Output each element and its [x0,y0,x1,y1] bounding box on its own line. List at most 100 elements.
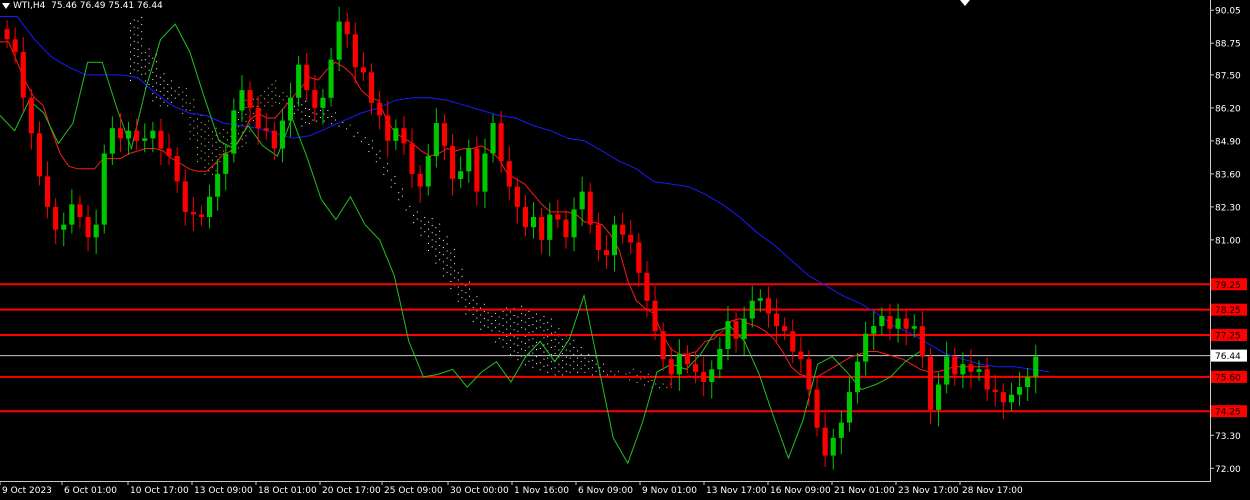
ohlc-values: 75.46 76.49 75.41 76.44 [51,1,163,11]
cloud-dot [539,326,541,328]
candle-body [838,422,844,438]
chart-shift-marker-icon[interactable] [960,0,970,6]
cloud-dot [580,346,582,348]
cloud-dot [383,166,385,168]
cloud-dot [450,266,452,268]
cloud-dot [558,370,560,372]
cloud-dot [439,252,441,254]
cloud-dot [547,357,549,359]
cloud-dot [163,87,165,89]
candle-body [377,102,383,116]
cloud-dot [185,102,187,104]
cloud-dot [133,19,135,21]
cloud-dot [554,353,556,355]
cloud-dot [532,317,534,319]
cloud-dot [133,47,135,49]
cloud-dot [524,321,526,323]
cloud-dot [565,349,567,351]
cloud-dot [498,337,500,339]
cloud-dot [208,134,210,136]
candle-body [288,97,294,121]
cloud-dot [483,310,485,312]
cloud-dot [163,94,165,96]
cloud-dot [528,325,530,327]
cloud-dot [130,72,131,74]
cloud-dot [279,95,280,97]
cloud-dot [152,100,154,102]
cloud-dot [264,105,266,107]
cloud-dot [502,332,504,334]
cloud-dot [264,98,266,100]
time-tick-label: 30 Oct 00:00 [450,486,509,496]
cloud-dot [394,183,396,185]
cloud-dot [524,342,526,344]
price-chart[interactable]: 90.05 88.75 87.50 86.20 84.90 83.60 82.30 81.00… [0,0,1250,500]
price-tick-label: 81.00 [1215,236,1241,246]
candle-body [725,321,731,350]
dropdown-triangle-icon[interactable] [2,2,10,9]
cloud-dot [130,65,131,67]
cloud-dot [193,127,195,129]
candle-body [190,211,196,215]
cloud-dot [159,84,161,86]
cloud-dot [137,41,139,43]
time-tick-label: 21 Nov 01:00 [834,486,895,496]
cloud-dot [208,141,210,143]
cloud-dot [517,316,519,318]
candle-body [522,206,528,228]
cloud-dot [141,17,143,19]
cloud-dot [483,325,485,327]
cloud-dot [536,327,537,329]
cloud-dot [316,113,318,115]
cloud-dot [167,91,169,93]
cloud-dot [573,361,575,363]
cloud-dot [502,310,504,312]
cloud-dot [223,129,225,131]
candle-body [417,173,423,187]
cloud-dot [450,273,452,275]
cloud-dot [156,68,158,70]
cloud-dot [178,87,180,89]
cloud-dot [595,370,597,372]
cloud-dot [431,225,433,227]
cloud-dot [476,303,478,305]
cloud-dot [353,135,355,137]
cloud-dot [137,70,139,72]
candle-body [555,214,561,220]
cloud-dot [498,330,500,332]
cloud-dot [446,257,448,259]
cloud-dot [558,349,560,351]
cloud-dot [521,312,523,314]
cloud-dot [130,44,131,46]
cloud-dot [528,339,530,341]
cloud-dot [446,271,448,273]
cloud-dot [647,373,649,375]
cloud-dot [606,374,608,376]
time-tick-label: 23 Nov 17:00 [898,486,959,496]
candle-body [150,130,156,139]
candle-body [20,52,26,98]
cloud-dot [502,318,504,320]
time-tick-label: 25 Oct 09:00 [384,486,443,496]
candle-body [919,326,925,357]
cloud-dot [450,259,452,261]
cloud-dot [360,140,362,142]
cloud-dot [323,113,325,115]
cloud-dot [208,156,210,158]
cloud-dot [547,364,549,366]
cloud-dot [431,232,433,234]
cloud-dot [342,122,344,124]
candle-body [1025,376,1031,388]
indicator-lines [0,16,1050,465]
cloud-dot [368,151,370,153]
cloud-dot [461,290,463,292]
candle-body [822,427,828,456]
cloud-dot [468,295,470,297]
cloud-dot [521,341,523,343]
cloud-dot [245,99,247,101]
cloud-dot [379,157,381,159]
candle-body [514,186,520,207]
candle-body [668,359,674,375]
cloud-dot [197,132,199,134]
cloud-dot [472,313,474,315]
